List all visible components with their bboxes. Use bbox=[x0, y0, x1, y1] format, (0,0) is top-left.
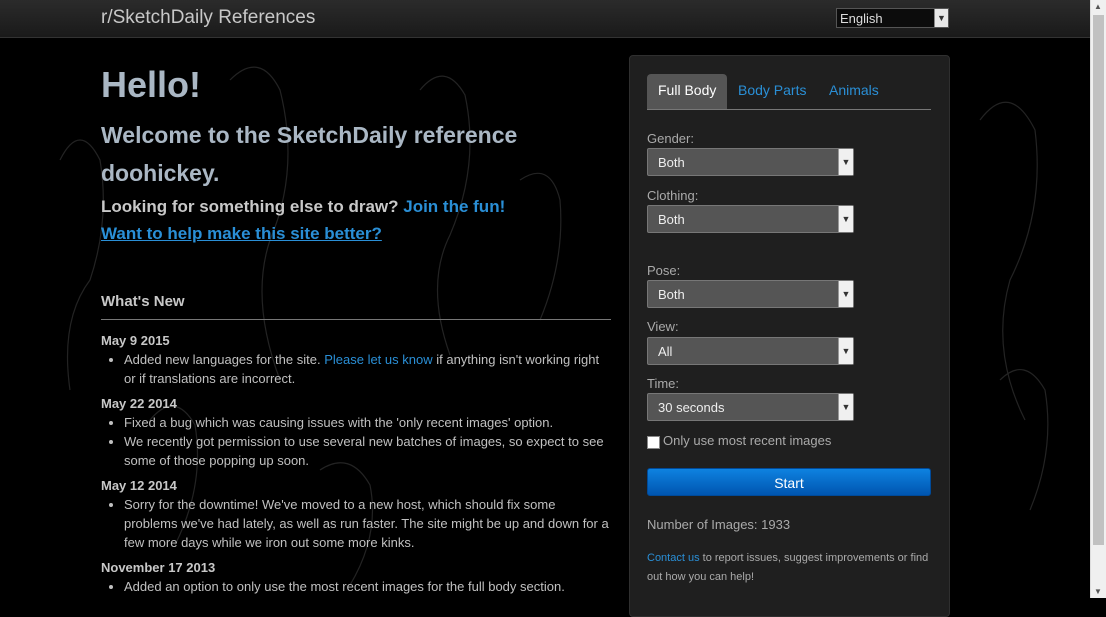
options-panel: Full Body Body Parts Animals Gender: Bot… bbox=[629, 55, 950, 617]
site-brand[interactable]: r/SketchDaily References bbox=[101, 7, 315, 29]
view-label: View: bbox=[647, 319, 679, 334]
news-text: We recently got permission to use severa… bbox=[124, 434, 604, 468]
list-item: Sorry for the downtime! We've moved to a… bbox=[124, 495, 611, 552]
list-item: Added new languages for the site. Please… bbox=[124, 350, 611, 388]
news-date: May 9 2015 bbox=[101, 333, 170, 348]
join-fun-link[interactable]: Join the fun! bbox=[403, 197, 505, 216]
clothing-select[interactable]: Both ▼ bbox=[647, 205, 854, 233]
start-button[interactable]: Start bbox=[647, 468, 931, 496]
looking-prefix: Looking for something else to draw? bbox=[101, 197, 404, 216]
scroll-down-icon[interactable]: ▼ bbox=[1094, 587, 1102, 596]
time-label: Time: bbox=[647, 376, 680, 391]
help-site-link[interactable]: Want to help make this site better? bbox=[101, 224, 382, 244]
welcome-heading: Welcome to the SketchDaily reference doo… bbox=[101, 122, 518, 186]
news-items: Fixed a bug which was causing issues wit… bbox=[101, 413, 611, 470]
gender-value: Both bbox=[658, 155, 685, 170]
language-select[interactable]: English ▼ bbox=[836, 8, 949, 28]
scroll-up-icon[interactable]: ▲ bbox=[1094, 2, 1102, 11]
gender-label: Gender: bbox=[647, 131, 694, 146]
recent-only-checkbox[interactable] bbox=[647, 436, 660, 449]
pose-value: Both bbox=[658, 287, 685, 302]
hello-heading: Hello! bbox=[101, 64, 202, 105]
time-select[interactable]: 30 seconds ▼ bbox=[647, 393, 854, 421]
chevron-down-icon: ▼ bbox=[934, 9, 948, 27]
language-value: English bbox=[840, 11, 883, 26]
tab-body-parts[interactable]: Body Parts bbox=[727, 74, 817, 109]
chevron-down-icon: ▼ bbox=[838, 281, 853, 307]
looking-text: Looking for something else to draw? Join… bbox=[101, 197, 505, 217]
contact-us-link[interactable]: Contact us bbox=[647, 552, 700, 564]
gender-select[interactable]: Both ▼ bbox=[647, 148, 854, 176]
clothing-value: Both bbox=[658, 212, 685, 227]
news-text: Sorry for the downtime! We've moved to a… bbox=[124, 497, 609, 550]
vertical-scrollbar[interactable]: ▲ ▼ bbox=[1090, 0, 1106, 598]
top-navbar: r/SketchDaily References English ▼ bbox=[0, 0, 1090, 38]
time-value: 30 seconds bbox=[658, 400, 725, 415]
whats-new-title: What's New bbox=[101, 293, 185, 310]
news-text: Fixed a bug which was causing issues wit… bbox=[124, 415, 554, 430]
chevron-down-icon: ▼ bbox=[838, 394, 853, 420]
chevron-down-icon: ▼ bbox=[838, 206, 853, 232]
tab-bar: Full Body Body Parts Animals bbox=[647, 74, 931, 110]
news-date: May 12 2014 bbox=[101, 478, 177, 493]
scrollbar-thumb[interactable] bbox=[1093, 15, 1104, 545]
view-value: All bbox=[658, 344, 673, 359]
news-items: Sorry for the downtime! We've moved to a… bbox=[101, 495, 611, 552]
news-text: Added an option to only use the most rec… bbox=[124, 579, 565, 594]
chevron-down-icon: ▼ bbox=[838, 149, 853, 175]
divider bbox=[101, 319, 611, 320]
contact-text: Contact us to report issues, suggest imp… bbox=[647, 549, 937, 587]
pose-select[interactable]: Both ▼ bbox=[647, 280, 854, 308]
feedback-link[interactable]: Please let us know bbox=[324, 352, 432, 367]
news-items: Added new languages for the site. Please… bbox=[101, 350, 611, 388]
news-text: Added new languages for the site. bbox=[124, 352, 325, 367]
news-date: November 17 2013 bbox=[101, 560, 216, 575]
list-item: We recently got permission to use severa… bbox=[124, 432, 611, 470]
list-item: Fixed a bug which was causing issues wit… bbox=[124, 413, 611, 432]
chevron-down-icon: ▼ bbox=[838, 338, 853, 364]
news-items: Added an option to only use the most rec… bbox=[101, 577, 611, 596]
tab-full-body[interactable]: Full Body bbox=[647, 74, 728, 109]
tab-animals[interactable]: Animals bbox=[818, 74, 890, 109]
image-count: Number of Images: 1933 bbox=[647, 517, 791, 532]
news-date: May 22 2014 bbox=[101, 396, 177, 411]
view-select[interactable]: All ▼ bbox=[647, 337, 854, 365]
pose-label: Pose: bbox=[647, 263, 681, 278]
news-list: May 9 2015 Added new languages for the si… bbox=[101, 331, 611, 602]
clothing-label: Clothing: bbox=[647, 188, 699, 203]
list-item: Added an option to only use the most rec… bbox=[124, 577, 611, 596]
recent-only-label[interactable]: Only use most recent images bbox=[663, 433, 831, 448]
